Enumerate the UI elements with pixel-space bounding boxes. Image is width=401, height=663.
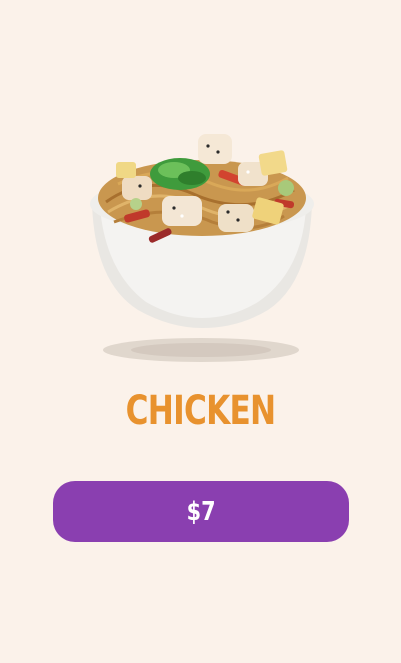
price-button[interactable]: $7 [53, 481, 349, 542]
product-card[interactable]: CHICKEN $7 [0, 0, 401, 663]
noodle-bowl-icon [78, 112, 328, 372]
price-label: $7 [186, 496, 216, 527]
product-title: CHICKEN [125, 388, 276, 434]
